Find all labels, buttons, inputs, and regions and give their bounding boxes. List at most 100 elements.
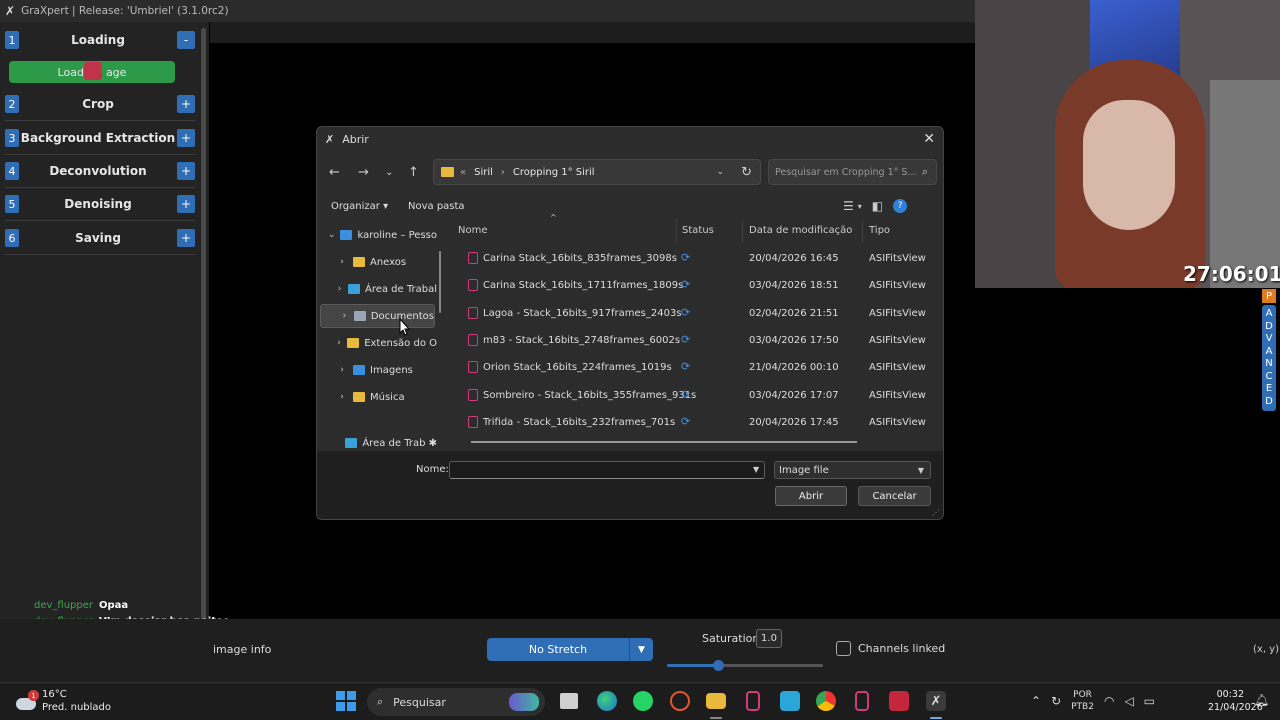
step-denoising[interactable]: 5 Denoising +	[5, 190, 195, 218]
file-explorer-icon[interactable]	[706, 693, 726, 709]
column-header-name[interactable]: Nome	[458, 225, 488, 236]
forward-arrow-icon[interactable]: →	[358, 165, 369, 180]
notification-bell-icon[interactable]: 🔔︎	[1254, 693, 1269, 707]
file-date: 21/04/2026 00:10	[749, 362, 839, 374]
chevron-right-icon[interactable]: ›	[331, 284, 348, 294]
chevron-right-icon[interactable]: ›	[335, 311, 354, 321]
file-row[interactable]: m83 - Stack_16bits_2748frames_6002s ⟳ 03/0…	[450, 327, 940, 354]
fits-viewer-icon[interactable]	[746, 691, 760, 711]
nav-item[interactable]: › Documentos	[320, 304, 435, 328]
chevron-down-icon[interactable]: ▼	[753, 465, 759, 474]
cancel-button[interactable]: Cancelar	[858, 486, 931, 506]
saturation-value-input[interactable]: 1.0	[756, 629, 782, 648]
chevron-right-icon[interactable]: ›	[331, 338, 347, 348]
fits-app-icon[interactable]	[889, 691, 909, 711]
chevron-down-icon[interactable]: ⌄	[323, 230, 340, 240]
nav-item[interactable]: › Música	[317, 385, 437, 409]
preview-pane-icon[interactable]: ◧	[872, 199, 883, 213]
new-folder-button[interactable]: Nova pasta	[408, 201, 465, 212]
chevron-up-icon[interactable]: ⌃	[1031, 694, 1041, 708]
wifi-icon[interactable]: ◠	[1104, 694, 1114, 708]
expand-icon[interactable]: +	[177, 162, 195, 180]
opera-icon[interactable]	[670, 691, 690, 711]
help-icon[interactable]: ?	[893, 199, 908, 213]
file-type-select[interactable]: Image file ▼	[774, 461, 931, 479]
nav-item[interactable]: › Imagens	[317, 358, 437, 382]
chevron-down-icon[interactable]: ⌄	[716, 167, 724, 177]
refresh-icon[interactable]: ↻	[741, 165, 752, 180]
channels-linked-checkbox[interactable]	[836, 641, 851, 656]
column-divider[interactable]	[742, 219, 743, 243]
file-row[interactable]: Trifida - Stack_16bits_232frames_701s ⟳ 20…	[450, 409, 940, 436]
step-deconvolution[interactable]: 4 Deconvolution +	[5, 157, 195, 185]
file-list-scrollbar[interactable]	[471, 441, 857, 443]
expand-icon[interactable]: +	[177, 229, 195, 247]
file-name-input[interactable]	[449, 461, 765, 479]
open-button[interactable]: Abrir	[775, 486, 847, 506]
address-bar[interactable]: « Siril › Cropping 1° Siril ⌄ ↻	[433, 159, 761, 185]
nav-item[interactable]: Área de Trab ✱	[317, 431, 437, 451]
nav-item[interactable]: › Área de Trabal	[317, 277, 437, 301]
resize-grip-icon[interactable]: ⋰	[932, 508, 940, 517]
organize-button[interactable]: Organizar ▾	[331, 201, 388, 212]
column-divider[interactable]	[676, 219, 677, 243]
close-icon[interactable]: ✕	[923, 131, 935, 147]
chevron-right-icon[interactable]: ›	[331, 392, 353, 402]
edge-browser-icon[interactable]	[597, 691, 617, 711]
file-row[interactable]: Sombreiro - Stack_16bits_355frames_931s ⟳…	[450, 382, 940, 409]
breadcrumb-siril[interactable]: Siril	[474, 167, 493, 178]
nav-item[interactable]: › Extensão do O	[317, 331, 437, 355]
chevron-down-icon[interactable]: ▼	[629, 638, 653, 661]
start-button[interactable]	[336, 691, 356, 711]
file-row[interactable]: Carina Stack_16bits_1711frames_1809s ⟳ 03/…	[450, 272, 940, 299]
column-divider[interactable]	[862, 219, 863, 243]
saturation-slider[interactable]	[667, 660, 823, 671]
breadcrumb-cropping[interactable]: Cropping 1° Siril	[513, 167, 595, 178]
up-arrow-icon[interactable]: ↑	[408, 165, 419, 180]
view-mode-icon[interactable]: ☰	[843, 199, 854, 213]
chevron-right-icon[interactable]: ›	[331, 365, 353, 375]
sidebar-scrollbar[interactable]	[201, 28, 206, 668]
file-row[interactable]: Orion Stack_16bits_224frames_1019s ⟳ 21/04…	[450, 354, 940, 381]
column-header-date[interactable]: Data de modificação	[749, 225, 852, 236]
column-header-status[interactable]: Status	[682, 225, 714, 236]
language-indicator[interactable]: POR PTB2	[1071, 689, 1094, 713]
nav-item[interactable]: ⌄ karoline – Pesso	[317, 223, 437, 247]
volume-icon[interactable]: ◁	[1124, 694, 1133, 708]
back-arrow-icon[interactable]: ←	[329, 165, 340, 180]
weather-widget[interactable]: 1 16°C Pred. nublado	[14, 688, 111, 714]
image-info-label[interactable]: image info	[213, 643, 271, 656]
step-saving[interactable]: 6 Saving +	[5, 224, 195, 252]
advanced-p-badge[interactable]: P	[1262, 289, 1276, 303]
whatsapp-icon[interactable]	[633, 691, 653, 711]
file-row[interactable]: Lagoa - Stack_16bits_917frames_2403s ⟳ 02/…	[450, 300, 940, 327]
fits-viewer-icon[interactable]	[855, 691, 869, 711]
chevron-down-icon[interactable]: ▾	[858, 202, 862, 211]
app-icon[interactable]	[780, 691, 800, 711]
advanced-tab[interactable]: ADVANCED	[1262, 305, 1276, 411]
fits-file-icon	[468, 361, 478, 374]
battery-icon[interactable]: ▭	[1144, 694, 1155, 708]
graxpert-icon[interactable]: ✗	[926, 691, 946, 711]
taskbar-search[interactable]: ⌕ Pesquisar	[367, 688, 545, 716]
expand-icon[interactable]: +	[177, 129, 195, 147]
collapse-icon[interactable]: -	[177, 31, 195, 49]
step-background-extraction[interactable]: 3 Background Extraction +	[5, 124, 195, 152]
chrome-icon[interactable]	[816, 691, 836, 711]
navigation-scrollbar[interactable]	[439, 251, 441, 313]
recent-locations-chevron-icon[interactable]: ⌄	[385, 167, 393, 178]
file-type: ASIFitsView	[869, 253, 926, 264]
expand-icon[interactable]: +	[177, 195, 195, 213]
nav-item[interactable]: › Anexos	[317, 250, 437, 274]
column-header-type[interactable]: Tipo	[869, 225, 890, 236]
sync-icon[interactable]: ↻	[1051, 694, 1061, 708]
file-row[interactable]: Carina Stack_16bits_835frames_3098s ⟳ 20/0…	[450, 245, 940, 272]
stretch-select[interactable]: No Stretch ▼	[487, 638, 653, 661]
step-crop[interactable]: 2 Crop +	[5, 90, 195, 118]
chevron-right-icon[interactable]: ›	[331, 257, 353, 267]
expand-icon[interactable]: +	[177, 95, 195, 113]
clock[interactable]: 00:32 21/04/2026	[1208, 688, 1263, 714]
dialog-search-input[interactable]: Pesquisar em Cropping 1° S... ⌕	[768, 159, 937, 185]
task-view-icon[interactable]	[560, 693, 578, 709]
step-loading[interactable]: 1 Loading -	[5, 26, 195, 54]
